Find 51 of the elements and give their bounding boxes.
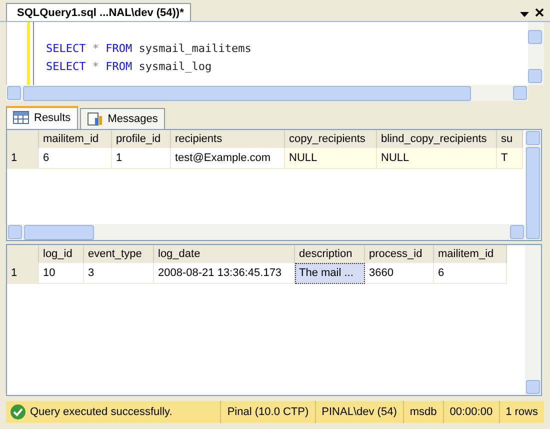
- scroll-down-button[interactable]: [526, 380, 540, 394]
- table-cell[interactable]: The mail ...: [295, 263, 365, 284]
- scroll-right-button[interactable]: [510, 225, 524, 239]
- status-message: Query executed successfully.: [30, 406, 172, 418]
- elapsed-time: 00:00:00: [442, 401, 499, 423]
- results-tab[interactable]: Results: [6, 106, 78, 129]
- column-header[interactable]: process_id: [365, 245, 434, 263]
- scroll-right-button[interactable]: [513, 86, 527, 100]
- document-tab[interactable]: SQLQuery1.sql ...NAL\dev (54))*: [6, 3, 191, 21]
- scroll-up-button[interactable]: [526, 131, 540, 145]
- column-header[interactable]: log_date: [154, 245, 295, 263]
- close-icon[interactable]: [535, 8, 544, 17]
- messages-icon: [86, 112, 103, 126]
- corner-header[interactable]: [7, 245, 39, 263]
- table-cell[interactable]: 6: [434, 263, 507, 284]
- row-number: 1: [7, 263, 39, 284]
- scroll-down-button[interactable]: [528, 69, 542, 83]
- column-header[interactable]: blind_copy_recipients: [377, 130, 497, 148]
- column-header[interactable]: log_id: [39, 245, 84, 263]
- results-tab[interactable]: Messages: [80, 108, 165, 129]
- dropdown-icon[interactable]: [520, 12, 529, 17]
- scrollbar-thumb[interactable]: [526, 147, 540, 239]
- table-cell[interactable]: 1: [112, 148, 171, 169]
- table-cell[interactable]: 6: [39, 148, 112, 169]
- row-count: 1 rows: [498, 401, 544, 423]
- table-cell[interactable]: NULL: [377, 148, 497, 169]
- scroll-up-button[interactable]: [528, 30, 542, 44]
- column-header[interactable]: su: [497, 130, 523, 148]
- column-header[interactable]: event_type: [84, 245, 154, 263]
- scrollbar-thumb[interactable]: [24, 224, 94, 240]
- column-header[interactable]: recipients: [171, 130, 285, 148]
- server-name: Pinal (10.0 CTP): [220, 401, 315, 423]
- column-header[interactable]: copy_recipients: [285, 130, 377, 148]
- row-number: 1: [7, 148, 39, 169]
- table-cell[interactable]: 3: [84, 263, 154, 284]
- scroll-left-button[interactable]: [7, 86, 21, 100]
- login-name: PINAL\dev (54): [314, 401, 403, 423]
- scroll-left-button[interactable]: [8, 225, 22, 239]
- scrollbar-thumb[interactable]: [23, 86, 471, 100]
- table-cell[interactable]: NULL: [285, 148, 377, 169]
- success-icon: [10, 404, 26, 420]
- column-header[interactable]: profile_id: [112, 130, 171, 148]
- column-header[interactable]: mailitem_id: [434, 245, 507, 263]
- corner-header[interactable]: [7, 130, 39, 148]
- database-name: msdb: [402, 401, 443, 423]
- table-cell[interactable]: 10: [39, 263, 84, 284]
- table-cell[interactable]: 3660: [365, 263, 434, 284]
- column-header[interactable]: description: [295, 245, 365, 263]
- grid-icon: [13, 111, 29, 124]
- column-header[interactable]: mailitem_id: [39, 130, 112, 148]
- table-cell[interactable]: T: [497, 148, 523, 169]
